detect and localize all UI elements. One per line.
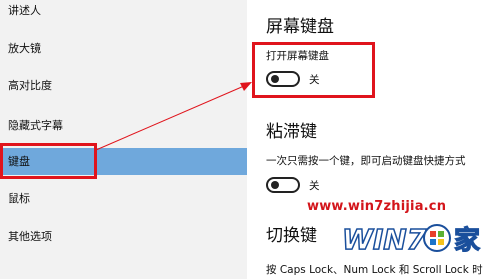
svg-text:家: 家 (454, 225, 480, 256)
svg-text:WIN7: WIN7 (342, 223, 427, 256)
watermark-url: www.win7zhijia.cn (307, 199, 447, 214)
watermark-logo: WIN7 家 (342, 222, 481, 257)
